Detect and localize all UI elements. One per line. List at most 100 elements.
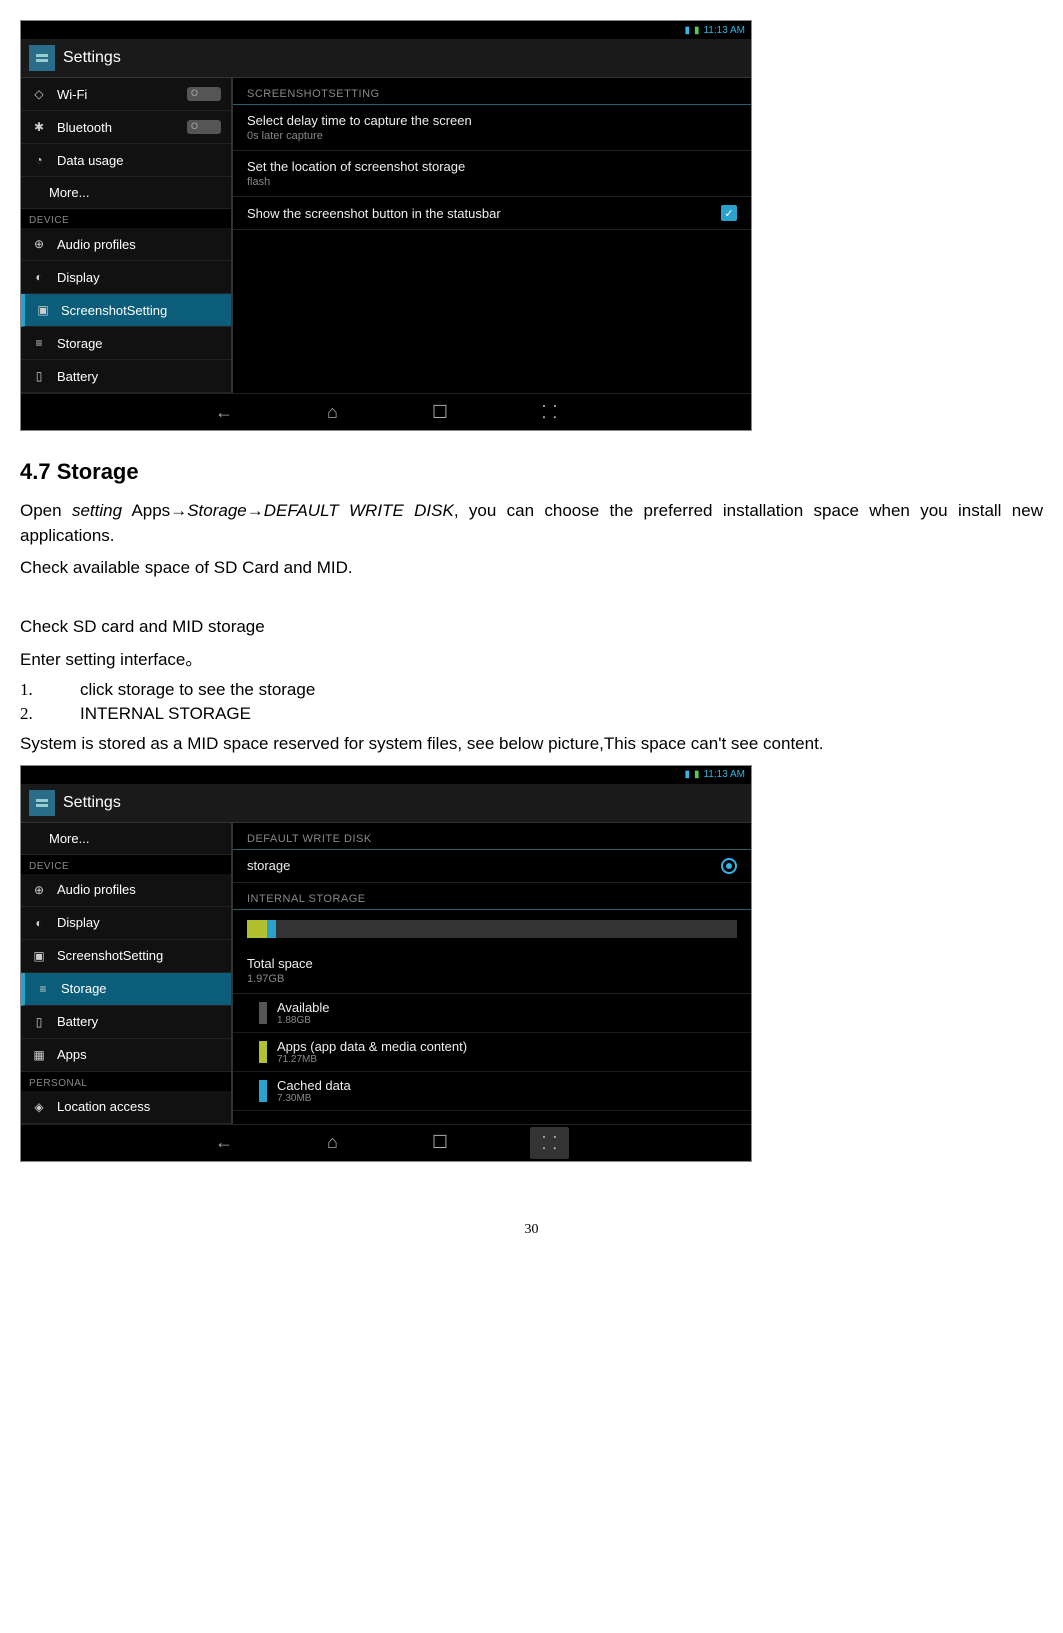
sidebar-item-audio[interactable]: ⊕ Audio profiles [21, 228, 231, 261]
storage-row-cached[interactable]: Cached data 7.30MB [233, 1072, 751, 1111]
home-button[interactable]: ⌂ [315, 398, 350, 427]
paragraph-1: Open setting Apps→Storage→DEFAULT WRITE … [20, 499, 1043, 548]
audio-icon: ⊕ [31, 236, 47, 252]
detail-item-title: Set the location of screenshot storage [247, 159, 465, 174]
display-icon: ◐ [31, 915, 47, 931]
wifi-icon: ◇ [31, 86, 47, 102]
swatch-cached [259, 1080, 267, 1102]
home-button[interactable]: ⌂ [315, 1128, 350, 1157]
sidebar-item-screenshot[interactable]: ▣ ScreenshotSetting [21, 294, 231, 327]
audio-icon: ⊕ [31, 882, 47, 898]
storage-row-apps[interactable]: Apps (app data & media content) 71.27MB [233, 1033, 751, 1072]
detail-section-internal: INTERNAL STORAGE [233, 883, 751, 910]
show-checkbox[interactable]: ✓ [721, 205, 737, 221]
sidebar-item-label: Battery [57, 369, 98, 384]
list-number: 1. [20, 680, 40, 700]
bluetooth-icon: ✱ [31, 119, 47, 135]
sidebar-item-location[interactable]: ◈ Location access [21, 1091, 231, 1124]
app-header: Settings [21, 39, 751, 78]
detail-item-title: Show the screenshot button in the status… [247, 206, 501, 221]
detail-item-subtitle: 0s later capture [247, 130, 472, 142]
sidebar-item-label: Audio profiles [57, 882, 136, 897]
sidebar-item-label: Audio profiles [57, 237, 136, 252]
sidebar-item-audio[interactable]: ⊕ Audio profiles [21, 874, 231, 907]
sidebar-item-bluetooth[interactable]: ✱ Bluetooth [21, 111, 231, 144]
detail-item-title: Select delay time to capture the screen [247, 113, 472, 128]
list-text: INTERNAL STORAGE [80, 704, 251, 724]
back-button[interactable]: ← [203, 398, 245, 427]
row-sub: 7.30MB [277, 1093, 351, 1104]
paragraph-5: System is stored as a MID space reserved… [20, 732, 1043, 757]
wifi-toggle[interactable] [187, 87, 221, 101]
status-bar: ▮ ▮ 11:13 AM [21, 766, 751, 784]
sidebar-item-display[interactable]: ◐ Display [21, 261, 231, 294]
sidebar-item-label: Storage [61, 981, 107, 996]
detail-panel: SCREENSHOTSETTING Select delay time to c… [233, 78, 751, 393]
sidebar-section-device: DEVICE [21, 209, 231, 228]
screenshot-button[interactable]: ⸬ [530, 396, 569, 428]
detail-item-location[interactable]: Set the location of screenshot storage f… [233, 151, 751, 197]
recent-button[interactable]: ☐ [420, 1128, 460, 1157]
sidebar-item-more[interactable]: More... [21, 823, 231, 855]
sidebar-item-screenshot[interactable]: ▣ ScreenshotSetting [21, 940, 231, 973]
screenshot-1: ▮ ▮ 11:13 AM Settings ◇ Wi-Fi ✱ Bluetoot… [20, 20, 752, 431]
location-icon: ◈ [31, 1099, 47, 1115]
nav-bar: ← ⌂ ☐ ⸬ [21, 1124, 751, 1161]
row-title: Cached data [277, 1078, 351, 1093]
detail-item-subtitle: flash [247, 176, 465, 188]
sidebar-item-label: Display [57, 915, 100, 930]
sidebar-item-label: Location access [57, 1099, 150, 1114]
detail-item-storage-radio[interactable]: storage [233, 850, 751, 883]
recent-button[interactable]: ☐ [420, 398, 460, 427]
sidebar-item-label: Display [57, 270, 100, 285]
battery-icon: ▮ [694, 25, 700, 36]
sidebar-item-apps[interactable]: ▦ Apps [21, 1039, 231, 1072]
list-item-1: 1. click storage to see the storage [20, 680, 1043, 700]
signal-icon: ▮ [684, 25, 690, 36]
battery-icon: ▮ [694, 769, 700, 780]
sidebar-item-storage[interactable]: ≡ Storage [21, 327, 231, 360]
sidebar-item-label: ScreenshotSetting [61, 303, 167, 318]
row-title: Total space [247, 956, 313, 971]
sidebar-item-wifi[interactable]: ◇ Wi-Fi [21, 78, 231, 111]
sidebar-item-storage[interactable]: ≡ Storage [21, 973, 231, 1006]
sidebar-item-display[interactable]: ◐ Display [21, 907, 231, 940]
storage-icon: ≡ [31, 335, 47, 351]
sidebar-item-battery[interactable]: ▯ Battery [21, 360, 231, 393]
storage-radio[interactable] [721, 858, 737, 874]
list-text: click storage to see the storage [80, 680, 315, 700]
list-number: 2. [20, 704, 40, 724]
sidebar-item-data-usage[interactable]: ◔ Data usage [21, 144, 231, 177]
paragraph-3: Check SD card and MID storage [20, 615, 1043, 640]
sidebar-item-battery[interactable]: ▯ Battery [21, 1006, 231, 1039]
swatch-available [259, 1002, 267, 1024]
detail-item-total[interactable]: Total space 1.97GB [233, 948, 751, 994]
row-sub: 1.88GB [277, 1015, 330, 1026]
storage-row-available[interactable]: Available 1.88GB [233, 994, 751, 1033]
storage-segment-apps [247, 920, 267, 938]
apps-icon: ▦ [31, 1047, 47, 1063]
settings-icon [29, 790, 55, 816]
status-bar: ▮ ▮ 11:13 AM [21, 21, 751, 39]
sidebar: More... DEVICE ⊕ Audio profiles ◐ Displa… [21, 823, 233, 1124]
storage-icon: ≡ [35, 981, 51, 997]
battery-icon: ▯ [31, 1014, 47, 1030]
clock-text: 11:13 AM [703, 769, 745, 780]
page-number: 30 [20, 1222, 1043, 1238]
paragraph-4: Enter setting interface。 [20, 648, 1043, 673]
bluetooth-toggle[interactable] [187, 120, 221, 134]
back-button[interactable]: ← [203, 1128, 245, 1157]
storage-usage-bar [247, 920, 737, 938]
data-usage-icon: ◔ [31, 152, 47, 168]
detail-item-show-button[interactable]: Show the screenshot button in the status… [233, 197, 751, 230]
list-item-2: 2. INTERNAL STORAGE [20, 704, 1043, 724]
settings-icon [29, 45, 55, 71]
row-sub: 1.97GB [247, 973, 313, 985]
sidebar-item-label: More... [49, 831, 89, 846]
sidebar-section-personal: PERSONAL [21, 1072, 231, 1091]
screenshot-button[interactable]: ⸬ [530, 1127, 569, 1159]
sidebar-item-more[interactable]: More... [21, 177, 231, 209]
sidebar-item-label: Apps [57, 1047, 87, 1062]
detail-item-delay[interactable]: Select delay time to capture the screen … [233, 105, 751, 151]
sidebar-section-device: DEVICE [21, 855, 231, 874]
